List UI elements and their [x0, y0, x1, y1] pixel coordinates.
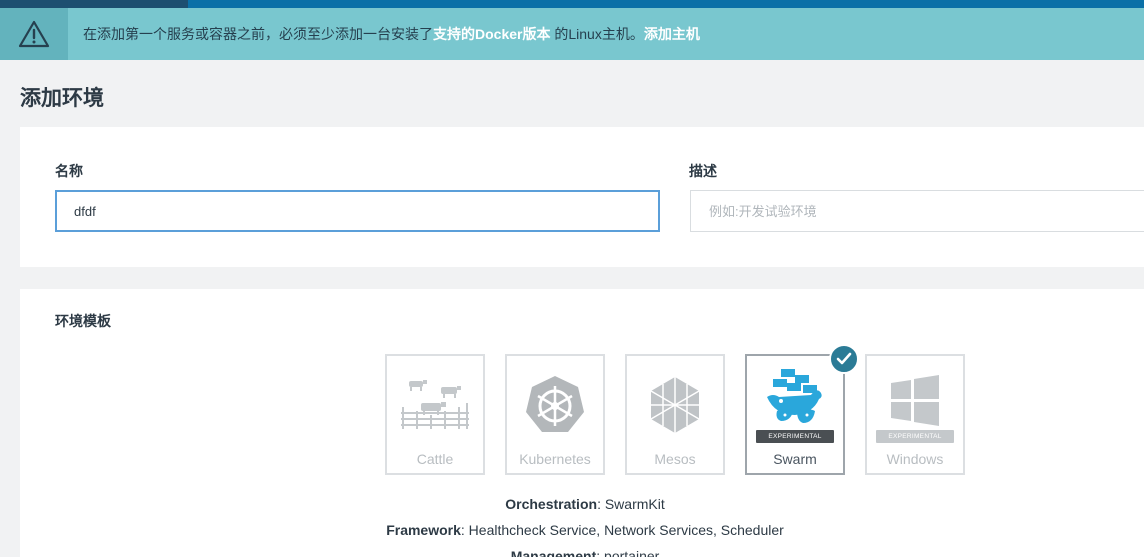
- template-card: 环境模板 Cattle Kubernetes Mesos EXPERIMENTA…: [20, 289, 1144, 557]
- basic-info-card: 名称 描述: [20, 127, 1144, 267]
- experimental-badge: EXPERIMENTAL: [876, 430, 954, 443]
- warning-banner: 在添加第一个服务或容器之前，必须至少添加一台安装了支持的Docker版本 的Li…: [0, 8, 1144, 60]
- template-kubernetes[interactable]: Kubernetes: [505, 354, 605, 475]
- orchestration-info: Orchestration: SwarmKit: [505, 496, 665, 512]
- add-host-link[interactable]: 添加主机: [644, 26, 700, 42]
- template-name: Windows: [886, 451, 944, 467]
- template-name: Swarm: [773, 451, 817, 467]
- top-nav-bar: [0, 0, 1144, 8]
- selected-check-icon: [829, 344, 859, 374]
- template-mesos[interactable]: Mesos: [625, 354, 725, 475]
- template-name: Cattle: [416, 451, 454, 467]
- warning-icon: [18, 20, 50, 48]
- name-input[interactable]: [55, 190, 660, 232]
- top-nav-active-segment: [0, 0, 188, 8]
- template-name: Mesos: [654, 451, 696, 467]
- name-label: 名称: [55, 163, 83, 179]
- experimental-badge: EXPERIMENTAL: [756, 430, 834, 443]
- cattle-icon: [401, 380, 469, 429]
- banner-text-mid: 的Linux主机。: [550, 26, 644, 42]
- description-input[interactable]: [690, 190, 1144, 232]
- warning-icon-box: [0, 8, 68, 60]
- template-cattle[interactable]: Cattle: [385, 354, 485, 475]
- management-info: Management: portainer: [510, 548, 660, 557]
- template-swarm[interactable]: EXPERIMENTAL Swarm: [745, 354, 845, 475]
- template-list: Cattle Kubernetes Mesos EXPERIMENTAL Swa…: [385, 344, 985, 476]
- framework-info: Framework: Healthcheck Service, Network …: [386, 522, 784, 538]
- template-label: 环境模板: [55, 313, 111, 329]
- docker-version-link[interactable]: 支持的Docker版本: [433, 26, 550, 42]
- swarm-docker-icon: [767, 369, 822, 423]
- description-label: 描述: [689, 163, 717, 179]
- banner-text-prefix: 在添加第一个服务或容器之前，必须至少添加一台安装了: [83, 26, 433, 42]
- mesos-icon: [650, 377, 700, 433]
- page-title: 添加环境: [20, 87, 104, 110]
- windows-icon: [891, 375, 939, 426]
- banner-message: 在添加第一个服务或容器之前，必须至少添加一台安装了支持的Docker版本 的Li…: [83, 24, 700, 44]
- template-windows[interactable]: EXPERIMENTAL Windows: [865, 354, 965, 475]
- kubernetes-icon: [526, 376, 584, 432]
- template-name: Kubernetes: [519, 451, 591, 467]
